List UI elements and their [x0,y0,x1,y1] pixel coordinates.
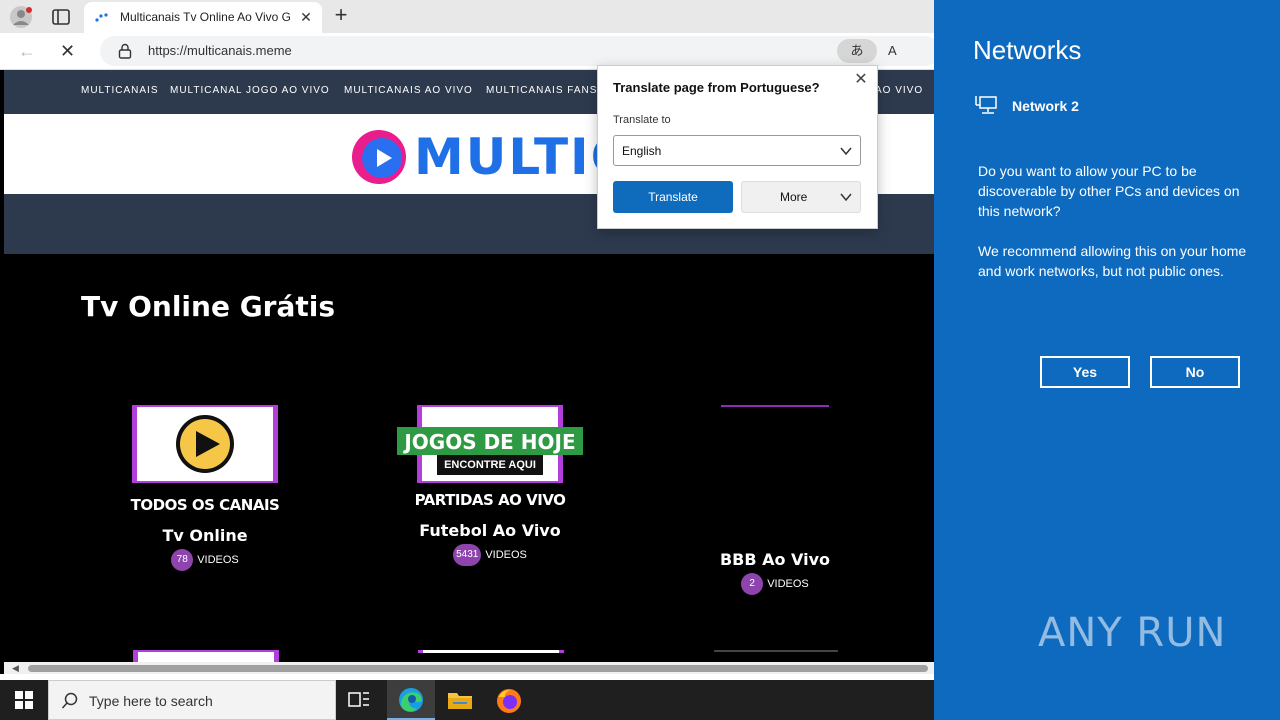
tab-title: Multicanais Tv Online Ao Vivo Gr [120,10,290,24]
bbb-thumbnail[interactable] [721,405,829,407]
next-row-thumbnail[interactable] [418,650,564,653]
profile-icon[interactable] [10,6,32,28]
networks-panel: Networks Network 2 Do you want to allow … [934,0,1280,720]
firefox-icon[interactable] [496,688,522,714]
browser-tab-active[interactable]: Multicanais Tv Online Ao Vivo Gr ✕ [84,2,322,33]
selected-language: English [622,144,662,158]
discoverable-question: Do you want to allow your PC to be disco… [978,163,1240,219]
task-view-icon[interactable] [348,690,370,710]
discoverable-recommendation: We recommend allowing this on your home … [978,243,1247,279]
back-icon[interactable]: ← [18,41,38,61]
yes-button[interactable]: Yes [1040,356,1130,388]
videos-label: VIDEOS [767,578,809,590]
close-tab-icon[interactable]: ✕ [299,10,313,24]
search-icon [61,692,78,709]
stop-loading-icon[interactable]: ✕ [60,41,80,61]
network-name[interactable]: Network 2 [1012,98,1079,114]
jogos-thumbnail[interactable]: JOGOS DE HOJE ENCONTRE AQUI [397,405,583,483]
translate-to-label: Translate to [613,114,671,126]
browser-tabbar: Multicanais Tv Online Ao Vivo Gr ✕ + [0,0,934,33]
card-meta: 5431 VIDEOS [390,544,590,566]
windows-start-icon[interactable] [0,680,48,720]
more-button-label: More [780,190,808,204]
page-heading: Tv Online Grátis [81,290,336,323]
networks-title: Networks [973,35,1082,65]
card-meta: 78 VIDEOS [105,549,305,571]
chevron-down-icon [840,147,852,156]
play-thumbnail-icon[interactable] [132,405,278,483]
nav-item-jogo-ao-vivo[interactable]: MULTICANAL JOGO AO VIVO [170,85,330,96]
card-meta: 2 VIDEOS [675,573,875,595]
ethernet-network-icon [975,96,997,114]
read-aloud-icon[interactable]: A [888,40,910,62]
close-icon[interactable]: ✕ [853,72,869,88]
translate-button[interactable]: Translate [613,181,733,213]
translate-popup: Translate page from Portuguese? ✕ Transl… [597,65,878,229]
file-explorer-icon[interactable] [447,690,473,710]
lock-icon[interactable] [118,43,132,59]
taskbar-search-box[interactable]: Type here to search [48,680,336,720]
videos-label: VIDEOS [197,554,239,566]
screen: Multicanais Tv Online Ao Vivo Gr ✕ + ← ✕… [0,0,1280,720]
language-select[interactable]: English [613,135,861,166]
scroll-left-icon[interactable]: ◀ [12,662,19,674]
more-button[interactable]: More [741,181,861,213]
tab-actions-icon[interactable] [50,6,72,28]
videos-label: VIDEOS [485,549,527,561]
card-title[interactable]: Futebol Ao Vivo [390,521,590,540]
card-title[interactable]: BBB Ao Vivo [675,550,875,569]
url-text[interactable]: https://multicanais.meme [148,43,292,58]
no-button[interactable]: No [1150,356,1240,388]
banner-text: JOGOS DE HOJE [404,430,576,454]
card-title[interactable]: Tv Online [105,526,305,545]
taskbar: Type here to search [0,680,934,720]
nav-item-fans[interactable]: MULTICANAIS FANS [486,85,597,96]
horizontal-scrollbar[interactable]: ◀ [4,662,934,674]
video-count-badge: 5431 [453,544,482,566]
nav-item-ao-vivo-2[interactable]: AO VIVO [875,85,923,96]
card-caption: PARTIDAS AO VIVO [414,491,566,509]
banner-subtext: ENCONTRE AQUI [444,459,536,471]
card-bbb[interactable]: BBB Ao Vivo 2 VIDEOS [675,405,875,595]
video-count-badge: 2 [741,573,764,595]
next-row-thumbnail[interactable] [714,650,838,652]
card-caption: TODOS OS CANAIS [130,496,280,514]
anyrun-watermark: ANY RUN [1038,610,1227,656]
address-bar[interactable]: https://multicanais.meme あ A [100,36,940,66]
search-placeholder: Type here to search [89,693,213,709]
translate-icon[interactable]: あ [837,39,877,63]
next-row-thumbnail[interactable] [133,650,279,662]
card-tv-online[interactable]: TODOS OS CANAIS Tv Online 78 VIDEOS [105,405,305,571]
new-tab-icon[interactable]: + [330,4,352,27]
loading-icon [95,13,108,22]
translate-popup-title: Translate page from Portuguese? [613,80,820,95]
scrollbar-thumb[interactable] [28,665,928,672]
logo-play-icon[interactable] [362,138,402,178]
nav-item-ao-vivo[interactable]: MULTICANAIS AO VIVO [344,85,473,96]
chevron-down-icon [840,193,852,202]
edge-taskbar-icon[interactable] [387,680,435,720]
video-count-badge: 78 [171,549,194,571]
nav-item-multicanais[interactable]: MULTICANAIS [81,85,159,96]
card-futebol[interactable]: JOGOS DE HOJE ENCONTRE AQUI PARTIDAS AO … [390,405,590,566]
